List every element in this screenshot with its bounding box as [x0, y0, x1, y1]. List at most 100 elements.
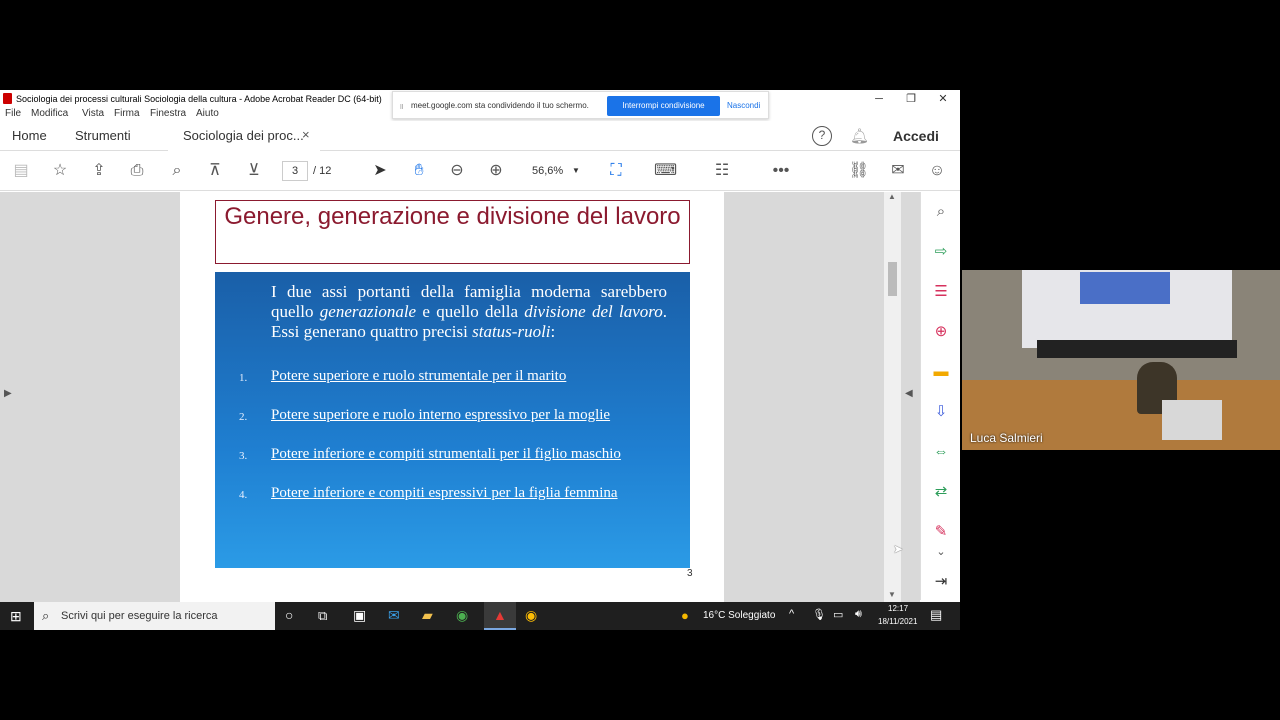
drag-handle-icon[interactable]: ॥: [399, 101, 404, 112]
network-icon[interactable]: ▭: [833, 608, 843, 621]
tab-document[interactable]: Sociologia dei proc... ×: [168, 121, 320, 152]
slide-body: I due assi portanti della famiglia moder…: [215, 272, 690, 568]
notification-bell-icon[interactable]: 🔔︎: [850, 127, 869, 145]
windows-start-icon[interactable]: ⊞: [10, 608, 22, 625]
menu-firma[interactable]: Firma: [114, 108, 140, 119]
mouse-cursor-icon: ➤: [893, 542, 904, 556]
save-icon[interactable]: ▤: [10, 160, 32, 182]
stop-sharing-button[interactable]: Interrompi condivisione: [607, 96, 720, 116]
acrobat-taskbar-icon: ▲: [493, 607, 507, 623]
page-number-input[interactable]: 3: [282, 161, 308, 181]
task-view-icon[interactable]: ⧉: [318, 608, 327, 624]
zoom-select[interactable]: 56,6% ▼: [520, 161, 582, 181]
search-placeholder: Scrivi qui per eseguire la ricerca: [61, 610, 218, 622]
file-explorer-icon[interactable]: ▰: [422, 607, 433, 624]
close-tab-icon[interactable]: ×: [302, 127, 310, 142]
fill-sign-icon[interactable]: ✎: [931, 522, 951, 542]
store-icon[interactable]: ▣: [353, 607, 366, 624]
list-item-text: Potere superiore e ruolo interno espress…: [271, 407, 611, 423]
acrobat-taskbar-button[interactable]: ▲: [484, 602, 516, 630]
menu-modifica[interactable]: Modifica: [31, 108, 68, 119]
search-tool-icon[interactable]: ⌕: [931, 202, 951, 222]
minimize-button[interactable]: ─: [864, 91, 894, 107]
create-pdf-icon[interactable]: ⊕: [931, 322, 951, 342]
collapse-panel-icon[interactable]: ⇥: [931, 572, 951, 592]
hide-share-bar-link[interactable]: Nascondi: [727, 101, 760, 110]
tab-home[interactable]: Home: [12, 128, 47, 143]
email-icon[interactable]: ✉: [887, 160, 909, 182]
comment-tool-icon[interactable]: ▬: [931, 362, 951, 382]
scrollbar-thumb[interactable]: [888, 262, 897, 296]
menu-aiuto[interactable]: Aiuto: [196, 108, 219, 119]
organize-pages-icon[interactable]: ☰: [931, 282, 951, 302]
link-icon[interactable]: ⛓: [848, 160, 870, 182]
document-view[interactable]: ▶ Genere, generazione e divisione del la…: [0, 192, 920, 630]
scroll-down-icon[interactable]: ▼: [888, 590, 896, 599]
intro-part: e quello della: [416, 302, 525, 321]
tab-document-label: Sociologia dei proc...: [183, 128, 304, 143]
menu-bar: File Modifica Vista Firma Finestra Aiuto: [0, 108, 392, 121]
keyboard-icon[interactable]: ⌨: [654, 160, 677, 182]
microphone-icon[interactable]: 🎙︎: [812, 608, 826, 621]
zoom-out-icon[interactable]: ⊖: [446, 160, 468, 182]
zoom-search-icon[interactable]: ⌕: [166, 160, 188, 182]
page-number-label: 3: [687, 568, 693, 579]
tab-tools[interactable]: Strumenti: [75, 128, 131, 143]
chrome-profile-icon[interactable]: ◉: [525, 607, 537, 624]
signin-button[interactable]: Accedi: [893, 128, 939, 144]
participant-video: Luca Salmieri: [962, 270, 1280, 450]
participant-name: Luca Salmieri: [970, 431, 1043, 445]
print-icon[interactable]: ⎙: [126, 160, 148, 182]
intro-emphasis: divisione del lavoro: [524, 302, 663, 321]
window-title: Sociologia dei processi culturali Sociol…: [16, 94, 382, 104]
menu-file[interactable]: File: [5, 108, 21, 119]
scan-icon[interactable]: ⇄: [931, 482, 951, 502]
more-tools-chevron-icon[interactable]: ⌄: [931, 542, 951, 562]
collapse-right-panel-icon[interactable]: ◀: [905, 388, 913, 399]
chevron-down-icon: ▼: [572, 166, 580, 175]
comment-icon[interactable]: ☷: [711, 160, 733, 182]
pdf-page: Genere, generazione e divisione del lavo…: [180, 192, 724, 602]
fit-page-icon[interactable]: ⛶: [605, 160, 627, 182]
close-window-button[interactable]: ✕: [928, 91, 958, 107]
scroll-up-icon[interactable]: ▲: [888, 192, 896, 201]
slide-intro: I due assi portanti della famiglia moder…: [271, 282, 667, 342]
list-item-number: 4.: [239, 489, 248, 501]
zoom-in-icon[interactable]: ⊕: [485, 160, 507, 182]
combine-files-icon[interactable]: ⇩: [931, 402, 951, 422]
clock-time[interactable]: 12:17: [888, 604, 908, 613]
upload-icon[interactable]: ⇪: [88, 160, 110, 182]
menu-vista[interactable]: Vista: [82, 108, 104, 119]
restore-button[interactable]: ❐: [896, 91, 926, 107]
volume-icon[interactable]: 🔊︎: [855, 608, 862, 621]
next-page-icon[interactable]: ⊻: [243, 160, 265, 182]
export-pdf-icon[interactable]: ⇨: [931, 242, 951, 262]
compress-pdf-icon[interactable]: ⇔: [931, 442, 951, 462]
share-message: meet.google.com sta condividendo il tuo …: [411, 101, 589, 110]
list-item-text: Potere inferiore e compiti strumentali p…: [271, 446, 621, 462]
chrome-icon[interactable]: ◉: [456, 607, 468, 624]
taskbar-search-box[interactable]: ⌕ Scrivi qui per eseguire la ricerca: [34, 602, 275, 630]
tray-expand-icon[interactable]: ^: [789, 608, 794, 620]
cortana-icon[interactable]: ○: [285, 607, 293, 623]
expand-left-panel-icon[interactable]: ▶: [4, 388, 12, 399]
clock-date[interactable]: 18/11/2021: [878, 617, 917, 626]
weather-text[interactable]: 16°C Soleggiato: [703, 610, 775, 621]
more-options-icon[interactable]: •••: [770, 160, 792, 182]
previous-page-icon[interactable]: ⊼: [204, 160, 226, 182]
select-cursor-icon[interactable]: ➤: [369, 160, 391, 182]
notifications-icon[interactable]: ▤: [930, 607, 942, 623]
add-user-icon[interactable]: ☺: [926, 160, 948, 182]
screen-casing: [1037, 340, 1237, 358]
list-item-text: Potere inferiore e compiti espressivi pe…: [271, 485, 618, 501]
intro-part: :: [550, 322, 556, 341]
list-item-text: Potere superiore e ruolo strumentale per…: [271, 368, 567, 384]
slide-title: Genere, generazione e divisione del lavo…: [215, 200, 690, 264]
mail-icon[interactable]: ✉: [388, 607, 400, 624]
bookmark-star-icon[interactable]: ☆: [49, 160, 71, 182]
hand-tool-icon[interactable]: ✋︎: [408, 160, 430, 182]
intro-emphasis: generazionale: [319, 302, 417, 321]
help-icon[interactable]: ?: [812, 126, 832, 146]
menu-finestra[interactable]: Finestra: [150, 108, 186, 119]
vertical-scrollbar[interactable]: ▲ ▼: [884, 192, 901, 602]
